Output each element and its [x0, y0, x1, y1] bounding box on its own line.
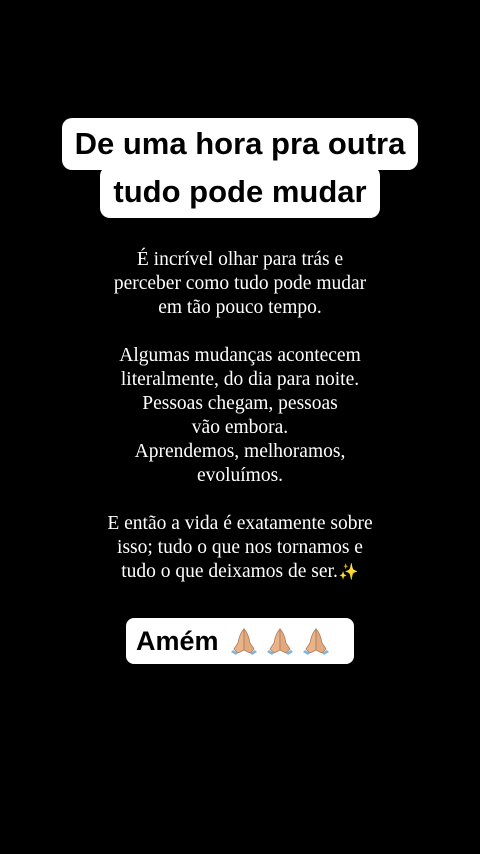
praying-hands-icon — [266, 628, 293, 655]
title-line-2: tudo pode mudar — [100, 166, 380, 218]
text-line: E então a vida é exatamente sobre — [107, 513, 373, 534]
praying-hands-icon — [302, 628, 329, 655]
text-line: Algumas mudanças acontecem — [119, 345, 361, 366]
sparkles-icon: ✨ — [338, 564, 359, 581]
amem-sticker: Amém — [126, 618, 354, 664]
title-block: De uma hora pra outra tudo pode mudar — [0, 118, 480, 218]
text-line: isso; tudo o que nos tornamos e — [117, 537, 363, 558]
paragraph-1: É incrível olhar para trás e perceber co… — [30, 248, 450, 320]
body-text: É incrível olhar para trás e perceber co… — [30, 248, 450, 585]
text-line-last: tudo o que deixamos de ser.✨ — [30, 560, 450, 585]
text-line: Aprendemos, melhoramos, — [134, 441, 346, 462]
text-line-content: tudo o que deixamos de ser. — [121, 561, 338, 582]
paragraph-3: E então a vida é exatamente sobre isso; … — [30, 512, 450, 585]
text-line: É incrível olhar para trás e — [136, 249, 344, 270]
text-line: em tão pouco tempo. — [158, 297, 322, 318]
text-line: evoluímos. — [196, 465, 284, 486]
paragraph-2: Algumas mudanças acontecem literalmente,… — [30, 344, 450, 488]
text-line: literalmente, do dia para noite. — [120, 369, 360, 390]
text-line: Pessoas chegam, pessoas — [142, 393, 338, 414]
text-line: vão embora. — [191, 417, 289, 438]
text-line: perceber como tudo pode mudar — [113, 273, 367, 294]
amem-label: Amém — [136, 625, 219, 656]
title-line-1: De uma hora pra outra — [61, 118, 419, 170]
praying-hands-icon — [230, 628, 257, 655]
